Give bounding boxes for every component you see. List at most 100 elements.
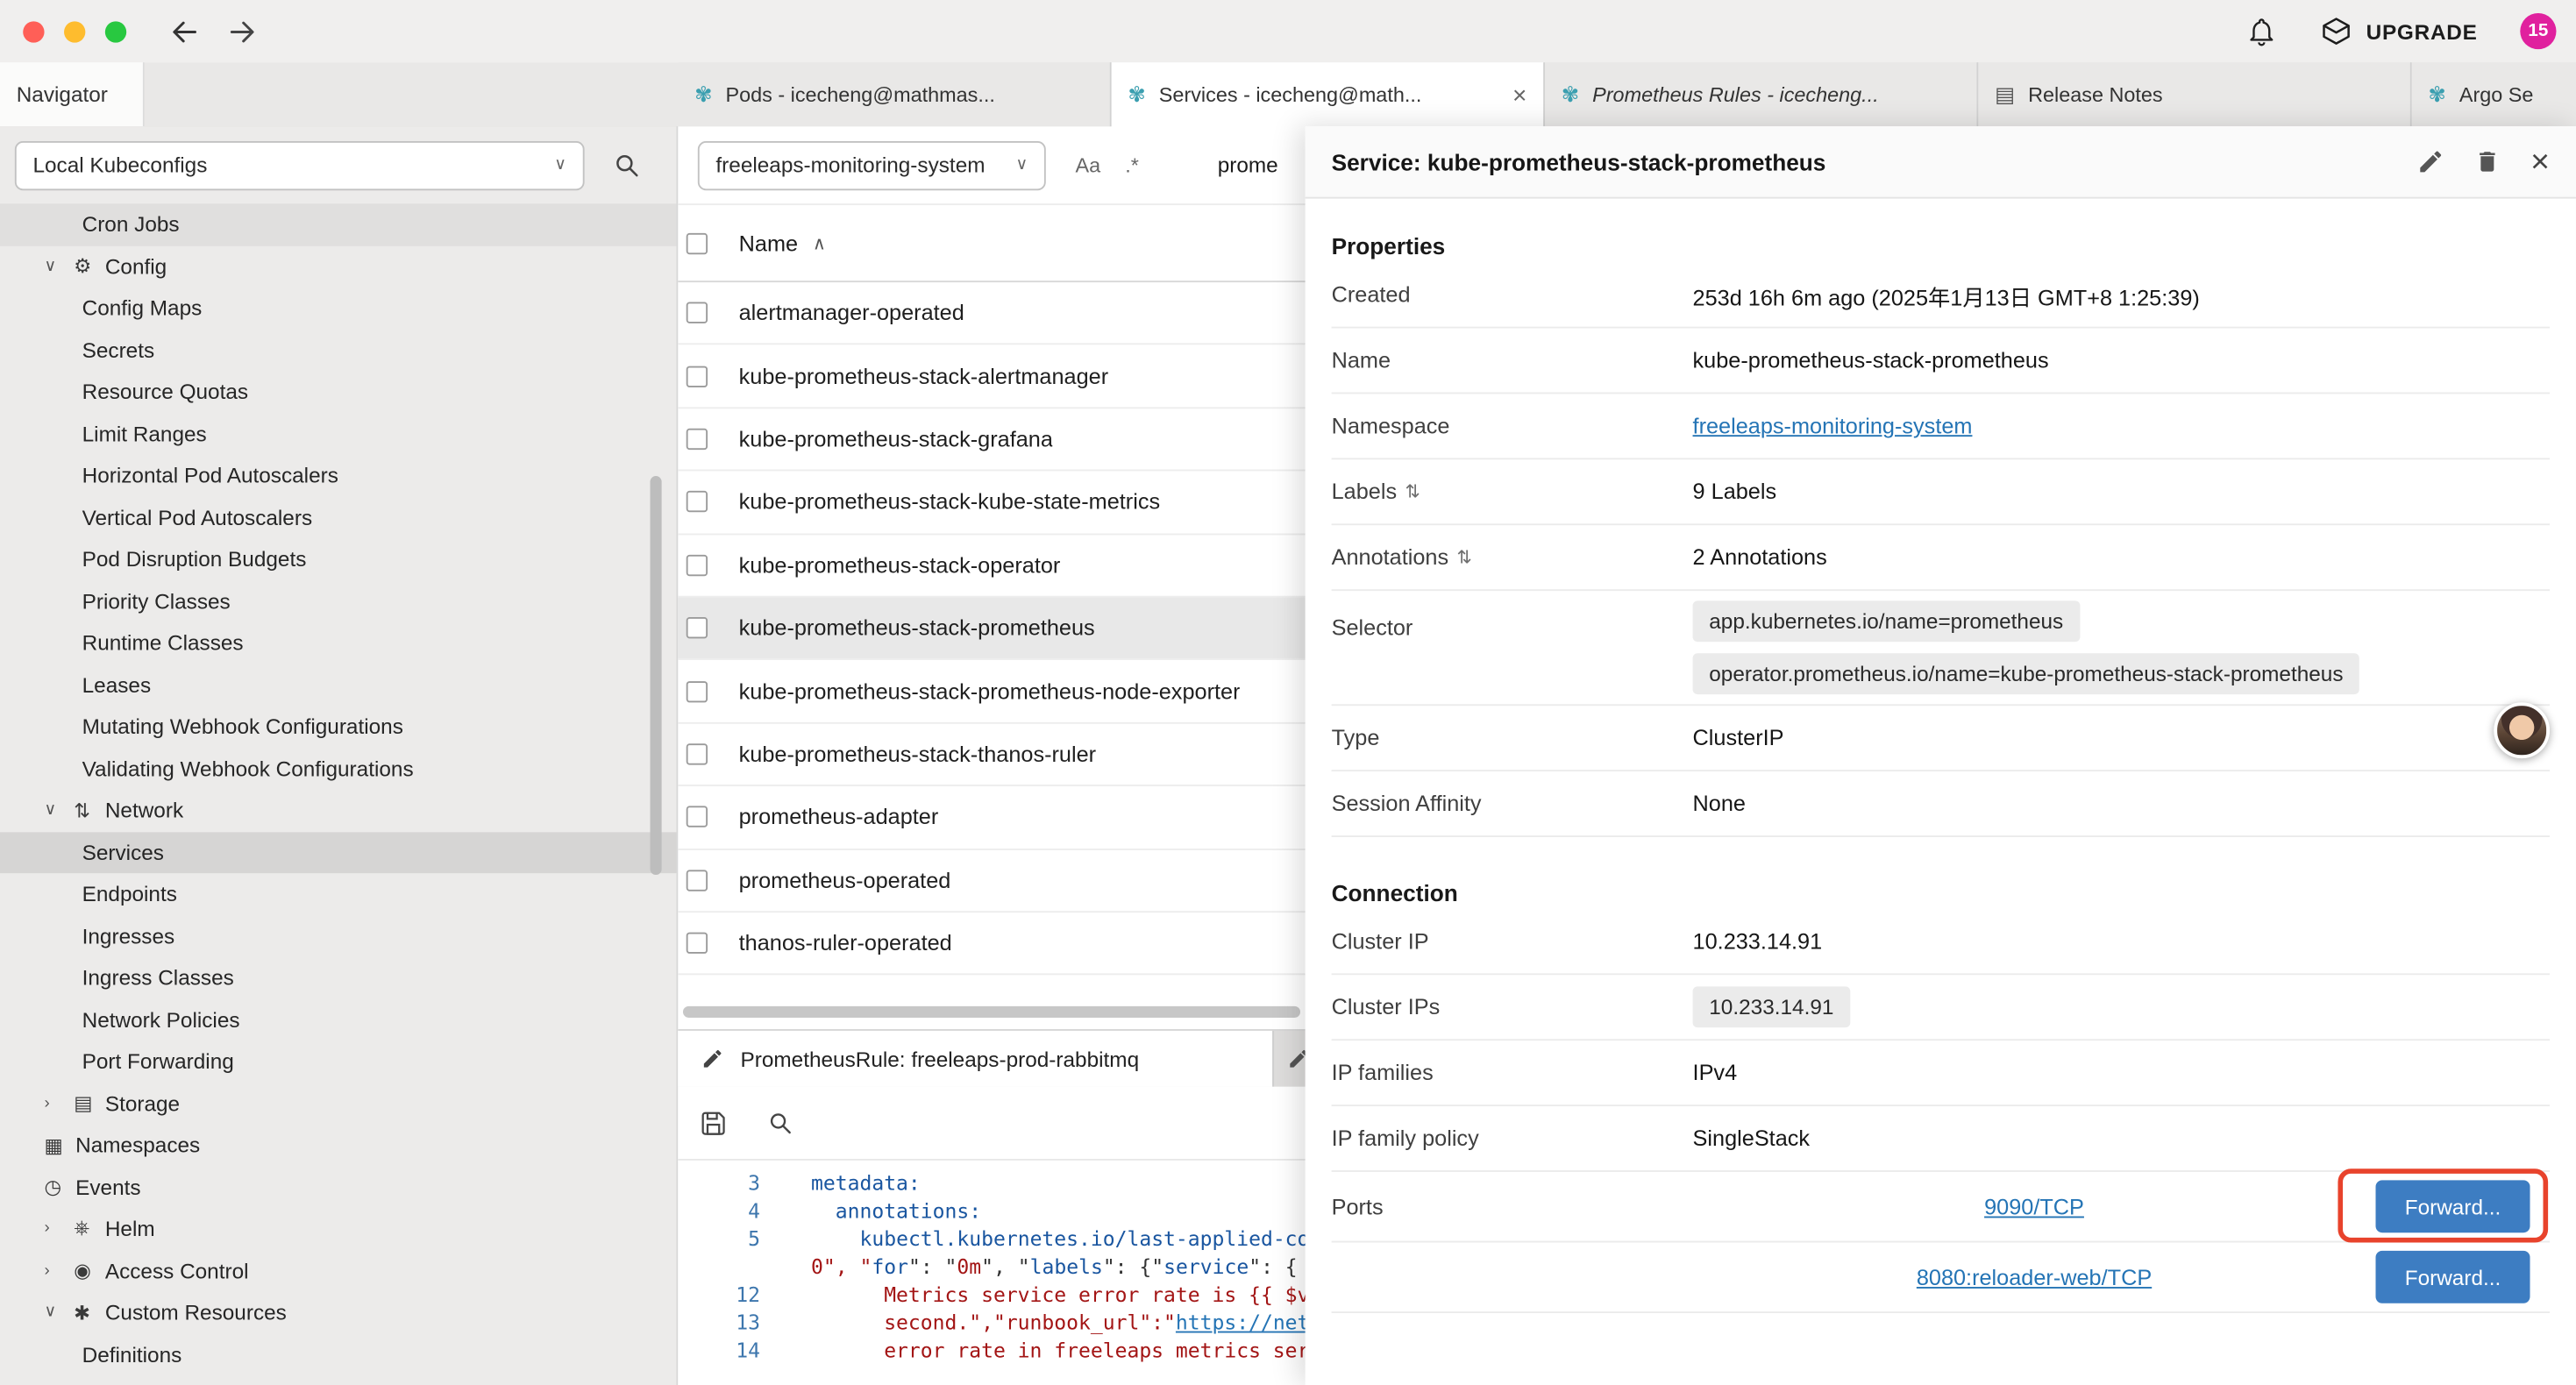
sidebar-item-port-forwarding[interactable]: Port Forwarding (0, 1041, 676, 1083)
sidebar-item-network-policies[interactable]: Network Policies (0, 998, 676, 1041)
sidebar-item-endpoints[interactable]: Endpoints (0, 873, 676, 915)
sidebar-item-ingresses[interactable]: Ingresses (0, 915, 676, 957)
user-avatar[interactable] (2494, 702, 2550, 758)
sidebar-item-cron-jobs[interactable]: Cron Jobs (0, 203, 676, 245)
sidebar-item-custom-resources[interactable]: ∨✱Custom Resources (0, 1292, 676, 1334)
sidebar-item-limit-ranges[interactable]: Limit Ranges (0, 413, 676, 455)
minimize-window-button[interactable] (64, 20, 85, 41)
sidebar-item-label: Namespaces (75, 1133, 200, 1157)
notification-count-badge[interactable]: 15 (2520, 13, 2556, 49)
tab-services-icecheng-math[interactable]: ✾Services - icecheng@math...× (1112, 62, 1545, 128)
sidebar-item-network[interactable]: ∨⇅Network (0, 790, 676, 832)
tab-prometheus-rules-icecheng[interactable]: ✾Prometheus Rules - icecheng... (1545, 62, 1978, 126)
expand-updown-icon[interactable]: ⇅ (1456, 547, 1471, 568)
row-checkbox[interactable] (687, 680, 708, 701)
search-input[interactable]: prome (1218, 153, 1278, 177)
tab-argo-se[interactable]: ✾Argo Se (2412, 62, 2576, 126)
sidebar-item-config[interactable]: ∨⚙Config (0, 245, 676, 288)
delete-trash-icon[interactable] (2474, 148, 2501, 176)
zoom-window-button[interactable] (105, 20, 126, 41)
kubeconfig-selector[interactable]: Local Kubeconfigs ∨ (15, 140, 585, 189)
close-window-button[interactable] (23, 20, 44, 41)
sidebar-item-horizontal-pod-autoscalers[interactable]: Horizontal Pod Autoscalers (0, 455, 676, 497)
sidebar-scrollbar[interactable] (651, 476, 662, 875)
forward-button[interactable]: Forward... (2376, 1251, 2530, 1303)
forward-arrow-icon[interactable] (226, 16, 258, 47)
table-horizontal-scrollbar[interactable] (683, 1006, 1300, 1018)
code-token: Metrics service error rate is {{ $va (884, 1283, 1321, 1306)
row-checkbox[interactable] (687, 554, 708, 575)
tab-pods-icecheng-mathmas[interactable]: ✾Pods - icecheng@mathmas... (678, 62, 1111, 126)
sidebar-item-events[interactable]: ◷Events (0, 1166, 676, 1208)
sidebar-item-definitions[interactable]: Definitions (0, 1333, 676, 1375)
sidebar-item-ingress-classes[interactable]: Ingress Classes (0, 957, 676, 999)
sort-ascending-icon[interactable]: ∧ (813, 232, 826, 253)
row-checkbox[interactable] (687, 933, 708, 954)
sidebar-item-access-control[interactable]: ›◉Access Control (0, 1250, 676, 1292)
close-drawer-icon[interactable]: × (2530, 146, 2550, 178)
sidebar-item-priority-classes[interactable]: Priority Classes (0, 580, 676, 622)
sidebar-item-leases[interactable]: Leases (0, 664, 676, 706)
sidebar-item-vertical-pod-autoscalers[interactable]: Vertical Pod Autoscalers (0, 496, 676, 538)
sidebar-item-services[interactable]: Services (0, 831, 676, 873)
namespace-selector-value: freeleaps-monitoring-system (715, 153, 985, 177)
row-checkbox[interactable] (687, 743, 708, 764)
line-number: 3 (678, 1170, 779, 1198)
select-all-checkbox[interactable] (687, 232, 708, 253)
row-checkbox[interactable] (687, 302, 708, 323)
editor-search-icon[interactable] (766, 1110, 793, 1136)
sidebar-item-helm[interactable]: ›⎈Helm (0, 1208, 676, 1250)
kubernetes-icon: ✾ (694, 82, 712, 108)
chevron-down-icon: ∨ (554, 156, 566, 174)
code-token: error rate in freeleaps metrics ser (884, 1339, 1309, 1362)
row-checkbox[interactable] (687, 617, 708, 638)
name-column-header[interactable]: Name (739, 231, 798, 255)
sidebar-item-validating-webhook-configurations[interactable]: Validating Webhook Configurations (0, 748, 676, 790)
sidebar-item-namespaces[interactable]: ▦Namespaces (0, 1125, 676, 1167)
sidebar-item-secrets[interactable]: Secrets (0, 329, 676, 371)
back-arrow-icon[interactable] (169, 16, 201, 47)
chevron-right-icon: › (45, 1094, 75, 1112)
property-value: 10.233.14.91 (1693, 929, 2550, 954)
namespace-link[interactable]: freeleaps-monitoring-system (1693, 414, 2550, 438)
service-name: prometheus-operated (739, 868, 951, 892)
notifications-bell-icon[interactable] (2246, 16, 2278, 47)
row-checkbox[interactable] (687, 492, 708, 513)
sidebar-search-icon[interactable] (612, 151, 640, 179)
sidebar-item-label: Resource Quotas (82, 380, 248, 404)
match-case-toggle[interactable]: Aa (1075, 153, 1100, 176)
port-link-9090-tcp[interactable]: 9090/TCP (1984, 1194, 2084, 1218)
sidebar-item-mutating-webhook-configurations[interactable]: Mutating Webhook Configurations (0, 706, 676, 748)
sidebar-item-resource-quotas[interactable]: Resource Quotas (0, 371, 676, 413)
dock-tab-prometheusrule[interactable]: PrometheusRule: freeleaps-prod-rabbitmq (678, 1031, 1272, 1087)
code-content: second.","runbook_url":"https://net (779, 1310, 1309, 1338)
tab-release-notes[interactable]: ▤Release Notes (1978, 62, 2411, 126)
search-controls: Aa .* (1075, 153, 1138, 176)
edit-pencil-icon[interactable] (2417, 148, 2445, 176)
sidebar-tree: Cron Jobs∨⚙ConfigConfig MapsSecrets Resou… (0, 203, 676, 1385)
code-token: https://net (1176, 1311, 1309, 1334)
code-token: for (872, 1255, 908, 1278)
sidebar-item-storage[interactable]: ›▤Storage (0, 1083, 676, 1125)
upgrade-button[interactable]: UPGRADE (2320, 15, 2477, 47)
sidebar-item-config-maps[interactable]: Config Maps (0, 288, 676, 330)
sidebar-item-runtime-classes[interactable]: Runtime Classes (0, 622, 676, 664)
property-label-text: Name (1332, 348, 1391, 373)
regex-toggle[interactable]: .* (1125, 153, 1139, 176)
kubeconfig-selector-value: Local Kubeconfigs (32, 153, 207, 177)
clock-icon: ◷ (45, 1175, 76, 1198)
port-link-8080-reloader-web-tcp[interactable]: 8080:reloader-web/TCP (1917, 1265, 2152, 1289)
gear-icon: ⚙ (74, 255, 105, 278)
row-checkbox[interactable] (687, 429, 708, 450)
close-tab-icon[interactable]: × (1503, 82, 1527, 110)
namespace-selector[interactable]: freeleaps-monitoring-system ∨ (698, 140, 1046, 189)
sidebar-item-pod-disruption-budgets[interactable]: Pod Disruption Budgets (0, 538, 676, 580)
expand-updown-icon[interactable]: ⇅ (1405, 481, 1420, 502)
save-icon[interactable] (700, 1109, 728, 1137)
row-checkbox[interactable] (687, 806, 708, 827)
row-checkbox[interactable] (687, 366, 708, 387)
row-checkbox[interactable] (687, 870, 708, 891)
forward-button[interactable]: Forward... (2376, 1180, 2530, 1232)
sidebar-item-label: Limit Ranges (82, 422, 207, 446)
drawer-title: Service: kube-prometheus-stack-prometheu… (1332, 148, 1826, 174)
